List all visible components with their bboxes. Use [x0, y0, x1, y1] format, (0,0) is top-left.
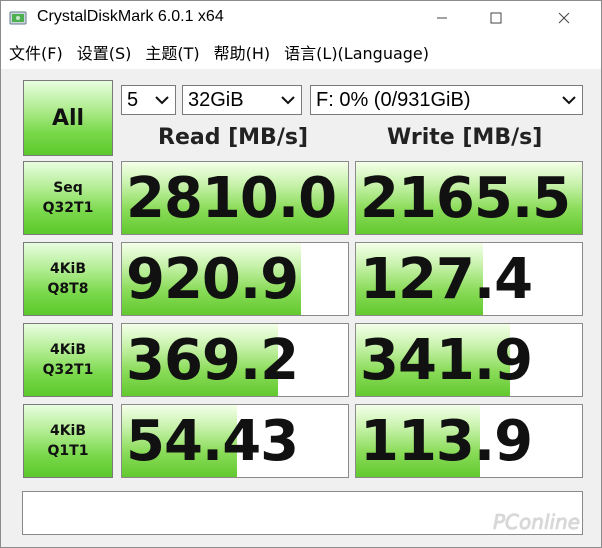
test-count-select[interactable]: 5 — [121, 85, 176, 115]
minimize-button[interactable] — [419, 1, 465, 35]
write-value: 127.4 — [360, 247, 533, 312]
menu-theme[interactable]: 主题(T) — [138, 40, 206, 64]
read-value: 369.2 — [126, 328, 299, 393]
test-name-line1: 4KiB — [49, 342, 87, 358]
write-value: 2165.5 — [360, 166, 571, 231]
seq-q32t1-button[interactable]: Seq Q32T1 — [23, 161, 113, 235]
write-column-header: Write [MB/s] — [387, 125, 543, 150]
window-title: CrystalDiskMark 6.0.1 x64 — [37, 8, 224, 25]
test-size-value: 32GiB — [188, 88, 244, 111]
4kib-q32t1-button[interactable]: 4KiB Q32T1 — [23, 323, 113, 397]
4kib-q8t8-button[interactable]: 4KiB Q8T8 — [23, 242, 113, 316]
read-result-cell: 54.43 — [121, 404, 349, 478]
read-value: 54.43 — [126, 409, 299, 474]
maximize-icon — [490, 12, 502, 24]
menu-file[interactable]: 文件(F) — [1, 40, 70, 64]
read-value: 920.9 — [126, 247, 299, 312]
title-bar[interactable]: CrystalDiskMark 6.0.1 x64 — [1, 1, 601, 35]
write-result-cell: 127.4 — [355, 242, 583, 316]
close-icon — [558, 12, 570, 24]
chevron-down-icon — [562, 96, 576, 105]
read-result-cell: 2810.0 — [121, 161, 349, 235]
minimize-icon — [437, 17, 447, 19]
crystaldiskmark-app-icon — [9, 11, 27, 25]
drive-select[interactable]: F: 0% (0/931GiB) — [310, 85, 583, 115]
all-button[interactable]: All — [23, 80, 113, 156]
menu-settings[interactable]: 设置(S) — [70, 40, 139, 64]
write-value: 113.9 — [360, 409, 533, 474]
test-name-line1: 4KiB — [49, 423, 87, 439]
test-name-line2: Q8T8 — [47, 281, 89, 297]
4kib-q1t1-button[interactable]: 4KiB Q1T1 — [23, 404, 113, 478]
test-name-line2: Q1T1 — [47, 443, 89, 459]
test-name-line2: Q32T1 — [42, 362, 94, 378]
watermark-logo: PConline — [493, 510, 581, 534]
test-name-line1: 4KiB — [49, 261, 87, 277]
menu-language[interactable]: 语言(L)(Language) — [277, 40, 436, 64]
read-column-header: Read [MB/s] — [158, 125, 309, 150]
test-count-value: 5 — [127, 88, 139, 111]
test-size-select[interactable]: 32GiB — [182, 85, 302, 115]
chevron-down-icon — [281, 96, 295, 105]
drive-value: F: 0% (0/931GiB) — [316, 88, 471, 111]
write-value: 341.9 — [360, 328, 533, 393]
chevron-down-icon — [155, 96, 169, 105]
test-name-line1: Seq — [53, 180, 83, 196]
read-value: 2810.0 — [126, 166, 337, 231]
write-result-cell: 341.9 — [355, 323, 583, 397]
read-result-cell: 369.2 — [121, 323, 349, 397]
close-button[interactable] — [541, 1, 587, 35]
write-result-cell: 2165.5 — [355, 161, 583, 235]
maximize-button[interactable] — [473, 1, 519, 35]
read-result-cell: 920.9 — [121, 242, 349, 316]
menu-bar: 文件(F) 设置(S) 主题(T) 帮助(H) 语言(L)(Language) — [1, 35, 601, 69]
menu-help[interactable]: 帮助(H) — [207, 40, 278, 64]
test-name-line2: Q32T1 — [42, 200, 94, 216]
app-window: CrystalDiskMark 6.0.1 x64 文件(F) 设置(S) 主题… — [0, 0, 602, 548]
write-result-cell: 113.9 — [355, 404, 583, 478]
